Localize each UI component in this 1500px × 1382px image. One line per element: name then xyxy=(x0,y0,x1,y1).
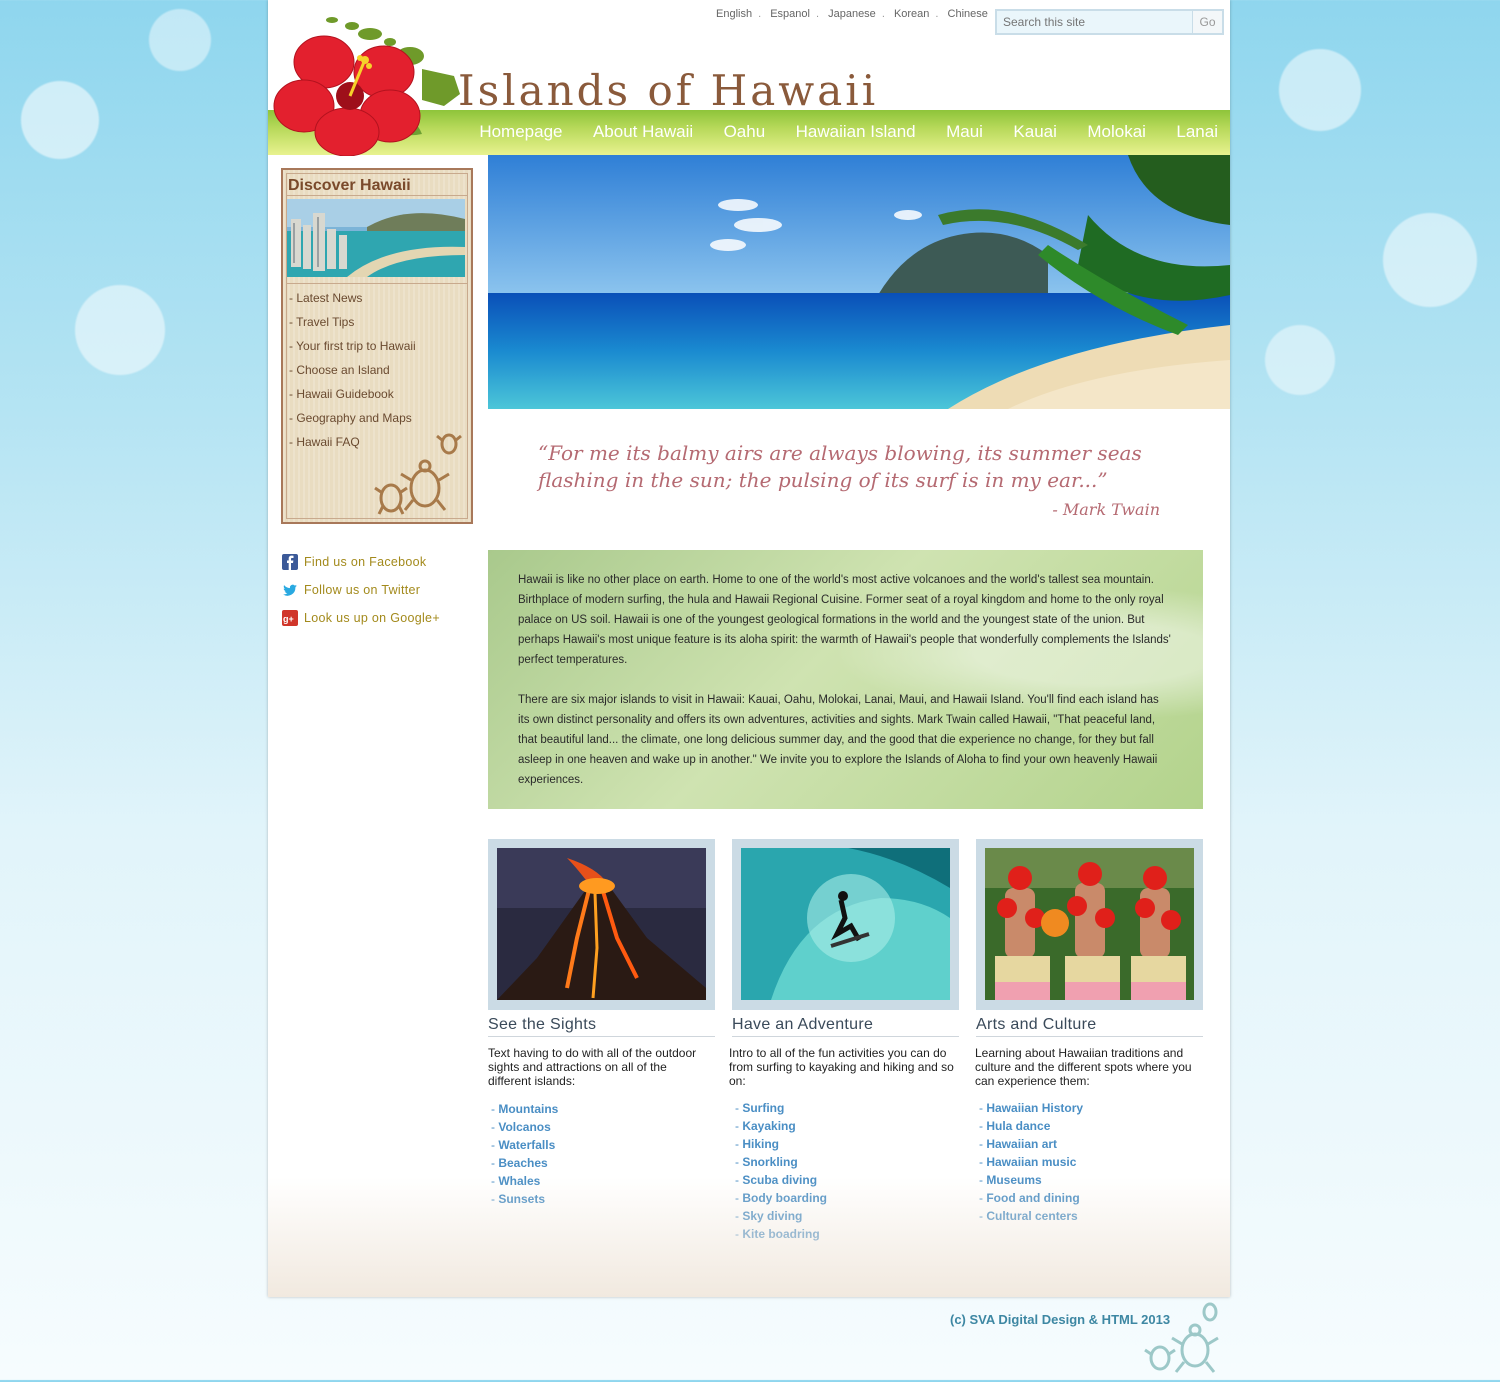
link-kayaking[interactable]: - Kayaking xyxy=(735,1119,827,1137)
nav-kauai[interactable]: Kauai xyxy=(1013,122,1056,142)
facebook-icon xyxy=(282,554,298,570)
card-description: Text having to do with all of the outdoo… xyxy=(488,1046,697,1088)
link-snorkling[interactable]: - Snorkling xyxy=(735,1155,827,1173)
link-food-and-dining[interactable]: - Food and dining xyxy=(979,1191,1083,1209)
intro-paragraph-1: Hawaii is like no other place on earth. … xyxy=(518,574,1171,666)
link-hawaiian-history[interactable]: - Hawaiian History xyxy=(979,1101,1083,1119)
card-description: Learning about Hawaiian traditions and c… xyxy=(975,1046,1192,1088)
link-whales[interactable]: - Whales xyxy=(491,1174,558,1192)
nav-molokai[interactable]: Molokai xyxy=(1087,122,1146,142)
google-plus-link[interactable]: g+ Look us up on Google+ xyxy=(282,604,440,632)
page-container: English. Espanol. Japanese. Korean. Chin… xyxy=(268,0,1230,1297)
card-title: Have an Adventure xyxy=(732,1016,874,1033)
link-kite-boarding[interactable]: - Kite boadring xyxy=(735,1227,827,1245)
link-hiking[interactable]: - Hiking xyxy=(735,1137,827,1155)
sidebar-item-travel-tips[interactable]: - Travel Tips xyxy=(289,315,416,339)
link-body-boarding[interactable]: - Body boarding xyxy=(735,1191,827,1209)
footer-copyright: (c) SVA Digital Design & HTML 2013 xyxy=(950,1312,1171,1327)
footer-turtle-icon xyxy=(1144,1302,1219,1373)
intro-paragraph-2: There are six major islands to visit in … xyxy=(518,694,1159,786)
twain-quote: “For me its balmy airs are always blowin… xyxy=(538,441,1142,492)
language-links: English. Espanol. Japanese. Korean. Chin… xyxy=(716,8,988,20)
facebook-link[interactable]: Find us on Facebook xyxy=(282,548,440,576)
nav-homepage[interactable]: Homepage xyxy=(479,122,562,142)
search-box: Go xyxy=(995,9,1224,35)
link-sky-diving[interactable]: - Sky diving xyxy=(735,1209,827,1227)
link-waterfalls[interactable]: - Waterfalls xyxy=(491,1138,558,1156)
link-volcanos[interactable]: - Volcanos xyxy=(491,1120,558,1138)
twitter-link[interactable]: Follow us on Twitter xyxy=(282,576,440,604)
link-scuba-diving[interactable]: - Scuba diving xyxy=(735,1173,827,1191)
lang-japanese[interactable]: Japanese xyxy=(828,8,876,20)
hibiscus-logo-icon xyxy=(273,17,460,156)
link-cultural-centers[interactable]: - Cultural centers xyxy=(979,1209,1083,1227)
sidebar-item-first-trip[interactable]: - Your first trip to Hawaii xyxy=(289,339,416,363)
svg-text:g+: g+ xyxy=(283,614,294,624)
card-see-the-sights: See the Sights Text having to do with al… xyxy=(488,839,715,1206)
link-museums[interactable]: - Museums xyxy=(979,1173,1083,1191)
google-plus-icon: g+ xyxy=(282,610,298,626)
lang-korean[interactable]: Korean xyxy=(894,8,929,20)
nav-hawaiian-island[interactable]: Hawaiian Island xyxy=(796,122,916,142)
turtle-decoration-icon xyxy=(374,433,462,515)
nav-maui[interactable]: Maui xyxy=(946,122,983,142)
sidebar-item-latest-news[interactable]: - Latest News xyxy=(289,291,416,315)
discover-title: Discover Hawaii xyxy=(288,177,411,194)
link-hula-dance[interactable]: - Hula dance xyxy=(979,1119,1083,1137)
hula-dancers-photo[interactable] xyxy=(985,848,1194,1000)
waikiki-photo xyxy=(287,199,465,277)
card-title: Arts and Culture xyxy=(976,1016,1097,1033)
intro-text-box: Hawaii is like no other place on earth. … xyxy=(488,550,1203,809)
nav-oahu[interactable]: Oahu xyxy=(724,122,766,142)
nav-about-hawaii[interactable]: About Hawaii xyxy=(593,122,693,142)
sidebar-item-choose-island[interactable]: - Choose an Island xyxy=(289,363,416,387)
lang-english[interactable]: English xyxy=(716,8,752,20)
card-description: Intro to all of the fun activities you c… xyxy=(729,1046,954,1088)
nav-lanai[interactable]: Lanai xyxy=(1176,122,1218,142)
search-input[interactable] xyxy=(997,11,1189,33)
lang-espanol[interactable]: Espanol xyxy=(770,8,810,20)
card-title: See the Sights xyxy=(488,1016,597,1033)
lang-chinese[interactable]: Chinese xyxy=(948,8,988,20)
link-surfing[interactable]: - Surfing xyxy=(735,1101,827,1119)
card-arts-and-culture: Arts and Culture Learning about Hawaiian… xyxy=(975,839,1203,1223)
card-have-an-adventure: Have an Adventure Intro to all of the fu… xyxy=(729,839,959,1241)
hero-beach-image xyxy=(488,155,1230,409)
volcano-photo[interactable] xyxy=(497,848,706,1000)
link-hawaiian-music[interactable]: - Hawaiian music xyxy=(979,1155,1083,1173)
twitter-icon xyxy=(282,582,298,598)
quote-author: - Mark Twain xyxy=(1052,500,1160,519)
search-go-button[interactable]: Go xyxy=(1192,11,1222,33)
link-sunsets[interactable]: - Sunsets xyxy=(491,1192,558,1210)
sidebar-item-guidebook[interactable]: - Hawaii Guidebook xyxy=(289,387,416,411)
site-title[interactable]: Islands of Hawaii xyxy=(458,66,878,115)
surfing-photo[interactable] xyxy=(741,848,950,1000)
social-links: Find us on Facebook Follow us on Twitter… xyxy=(282,548,440,632)
link-beaches[interactable]: - Beaches xyxy=(491,1156,558,1174)
discover-hawaii-panel: Discover Hawaii - Latest News - Travel T… xyxy=(281,168,473,524)
link-hawaiian-art[interactable]: - Hawaiian art xyxy=(979,1137,1083,1155)
link-mountains[interactable]: - Mountains xyxy=(491,1102,558,1120)
